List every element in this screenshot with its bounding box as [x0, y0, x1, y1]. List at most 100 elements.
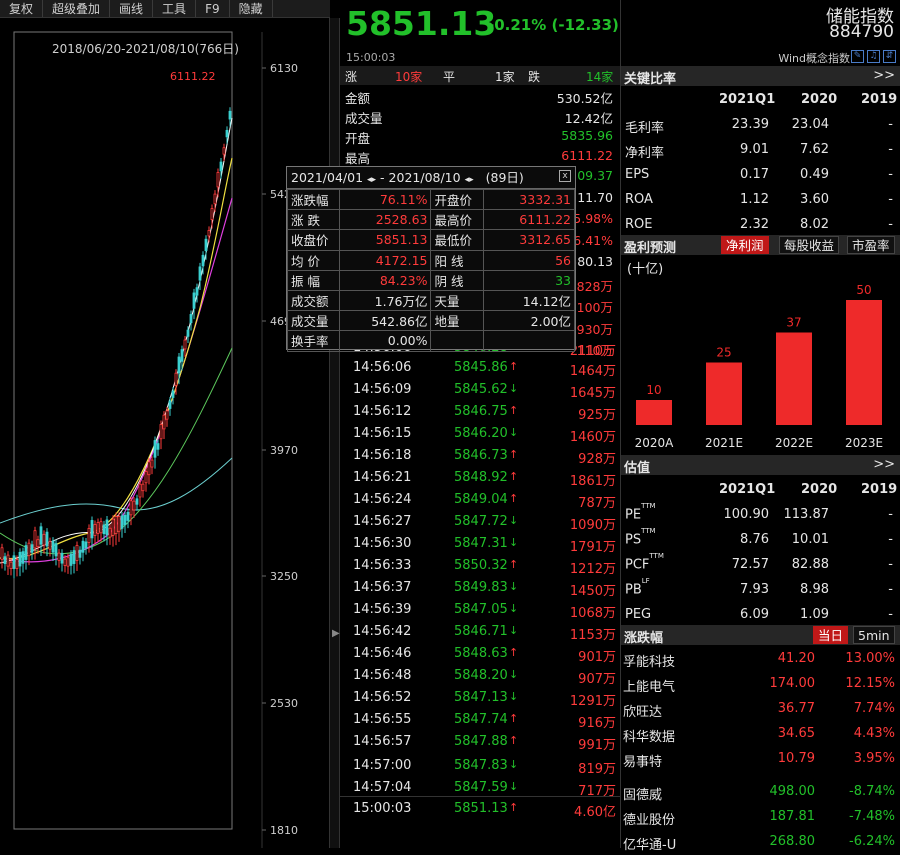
quote-field-row: 最高 6111.22	[340, 146, 620, 166]
date-stepper-icon[interactable]: ◂▸	[465, 175, 474, 185]
edit-icon[interactable]: ✎	[851, 50, 864, 63]
movers-tab[interactable]: 5min	[853, 626, 895, 644]
mover-row[interactable]: 易事特 10.79 3.95%	[621, 747, 900, 772]
tick-row[interactable]: 14:56:24 5849.04 ↑ 787万	[340, 489, 620, 511]
bell-icon[interactable]: ♫	[867, 50, 880, 63]
mover-row[interactable]: 德业股份 187.81 -7.48%	[621, 805, 900, 830]
tick-row[interactable]: 15:00:03 5851.13 ↑ 4.60亿	[340, 798, 620, 820]
tick-row[interactable]: 14:56:42 5846.71 ↓ 1153万	[340, 621, 620, 643]
popup-stat-label: 最低价	[430, 229, 484, 251]
forecast-tab[interactable]: 市盈率	[847, 236, 895, 254]
tick-direction-icon: ↑	[509, 360, 519, 373]
tick-direction-icon: ↓	[509, 580, 519, 593]
ratios-title: 关键比率	[624, 72, 677, 87]
close-icon[interactable]: x	[559, 170, 571, 182]
toolbar-item[interactable]: 画线	[110, 0, 154, 17]
tick-row[interactable]: 14:56:12 5846.75 ↑ 925万	[340, 401, 620, 423]
tick-price: 5850.32	[454, 558, 508, 573]
popup-stat-label: 均 价	[286, 249, 341, 271]
popup-stat-label: 地量	[430, 310, 484, 332]
popup-stat-value: 5851.13	[339, 229, 432, 251]
mover-row[interactable]: 科华数据 34.65 4.43%	[621, 722, 900, 747]
toolbar-item[interactable]: F9	[196, 0, 230, 17]
mover-row[interactable]: 欣旺达 36.77 7.74%	[621, 697, 900, 722]
obscured-value-text: 828万	[576, 278, 613, 294]
tick-row[interactable]: 14:56:21 5848.92 ↑ 1861万	[340, 467, 620, 489]
tick-row[interactable]: 14:57:00 5847.83 ↓ 819万	[340, 755, 620, 777]
candle-body	[12, 555, 16, 569]
quote-field-value: 5835.96	[561, 128, 613, 143]
popup-from-date[interactable]: 2021/04/01	[291, 170, 363, 185]
mover-row[interactable]: 固德威 498.00 -8.74%	[621, 780, 900, 805]
collapse-arrow-icon[interactable]: ▶	[332, 628, 340, 639]
mover-row[interactable]: 孚能科技 41.20 13.00%	[621, 647, 900, 672]
kline-chart[interactable]: 6130 5420 4690 3970 3250 2530 1810 6111.22 2018…	[0, 18, 330, 848]
tick-row[interactable]: 14:56:06 5845.86 ↑ 1464万	[340, 357, 620, 379]
forecast-tab[interactable]: 净利润	[721, 236, 769, 254]
tick-row[interactable]: 14:56:39 5847.05 ↓ 1068万	[340, 599, 620, 621]
tick-row[interactable]: 14:56:57 5847.88 ↑ 991万	[340, 731, 620, 753]
popup-row: 均 价 4172.15 阳 线 56	[286, 249, 576, 271]
popup-to-date[interactable]: 2021/08/10	[389, 170, 461, 185]
tick-row[interactable]: 14:56:09 5845.62 ↓ 1645万	[340, 379, 620, 401]
candle-body	[24, 545, 28, 560]
toolbar-item[interactable]: 复权	[0, 0, 44, 17]
candle-body	[21, 551, 25, 564]
candle-body	[222, 147, 226, 155]
panel-splitter[interactable]	[330, 18, 340, 848]
mover-row[interactable]: 上能电气 174.00 12.15%	[621, 672, 900, 697]
tick-time: 14:56:37	[353, 580, 412, 595]
toolbar-item[interactable]: 超级叠加	[43, 0, 111, 17]
column-header: 2019	[861, 92, 898, 107]
tick-volume: 928万	[578, 452, 616, 467]
tick-time: 14:56:18	[353, 448, 412, 463]
popup-stat-label: 振 幅	[286, 269, 341, 291]
mover-price: 187.81	[769, 809, 816, 824]
tick-row[interactable]: 14:56:15 5846.20 ↓ 1460万	[340, 423, 620, 445]
tick-direction-icon: ↑	[509, 801, 519, 814]
tick-time: 14:56:27	[353, 514, 412, 529]
valuation-more-button[interactable]: >>	[873, 457, 895, 472]
tick-row[interactable]: 14:56:55 5847.74 ↑ 916万	[340, 709, 620, 731]
tick-row[interactable]: 14:56:52 5847.13 ↓ 1291万	[340, 687, 620, 709]
tick-direction-icon: ↑	[509, 448, 519, 461]
row-value: 100.90	[723, 507, 770, 522]
tick-row[interactable]: 14:56:30 5847.31 ↓ 1791万	[340, 533, 620, 555]
movers-tab[interactable]: 当日	[813, 626, 849, 644]
tick-row[interactable]: 14:56:46 5848.63 ↑ 901万	[340, 643, 620, 665]
row-value: 23.39	[731, 117, 769, 132]
tick-row[interactable]: 14:56:33 5850.32 ↑ 1212万	[340, 555, 620, 577]
compare-icon[interactable]: ⇵	[883, 50, 896, 63]
popup-stat-value: 1.76万亿	[339, 289, 432, 312]
toolbar-item[interactable]: 隐藏	[230, 0, 273, 17]
candle-body	[18, 551, 22, 567]
date-stepper-icon[interactable]: ◂▸	[367, 175, 376, 185]
candle-body	[60, 552, 64, 564]
tick-row[interactable]: 14:56:27 5847.72 ↓ 1090万	[340, 511, 620, 533]
toolbar-item[interactable]: 工具	[153, 0, 197, 17]
tick-row[interactable]: 14:56:48 5848.20 ↓ 907万	[340, 665, 620, 687]
valuation-row: PETTM 100.90 113.87 -	[621, 502, 900, 528]
tick-direction-icon: ↓	[509, 514, 519, 527]
quote-field-value: 6111.22	[561, 148, 613, 163]
y-axis-tick: 1810	[270, 824, 298, 837]
tick-row[interactable]: 14:56:18 5846.73 ↑ 928万	[340, 445, 620, 467]
valuation-col-header: 2021Q1 2020 2019	[621, 478, 900, 503]
popup-stat-value: 2528.63	[339, 209, 432, 231]
forecast-bar-value: 25	[716, 346, 731, 360]
mover-row[interactable]: 亿华通-U 268.80 -6.24%	[621, 830, 900, 855]
tick-time: 14:56:15	[353, 426, 412, 441]
tick-volume: 819万	[578, 762, 616, 777]
row-value: 0.17	[740, 167, 769, 182]
popup-stat-value: 542.86亿	[339, 310, 432, 332]
candle-body	[102, 524, 106, 535]
tick-time: 14:56:39	[353, 602, 412, 617]
candle-body	[141, 483, 145, 492]
ratios-more-button[interactable]: >>	[873, 68, 895, 83]
tick-row[interactable]: 14:56:37 5849.83 ↓ 1450万	[340, 577, 620, 599]
range-stats-popup[interactable]: 2021/04/01 ◂▸ - 2021/08/10 ◂▸ (89日) x 涨跌…	[286, 166, 576, 352]
y-axis-tick: 6130	[270, 62, 298, 75]
forecast-tab[interactable]: 每股收益	[779, 236, 840, 254]
tick-time: 14:56:57	[353, 734, 412, 749]
candle-body	[162, 414, 166, 430]
